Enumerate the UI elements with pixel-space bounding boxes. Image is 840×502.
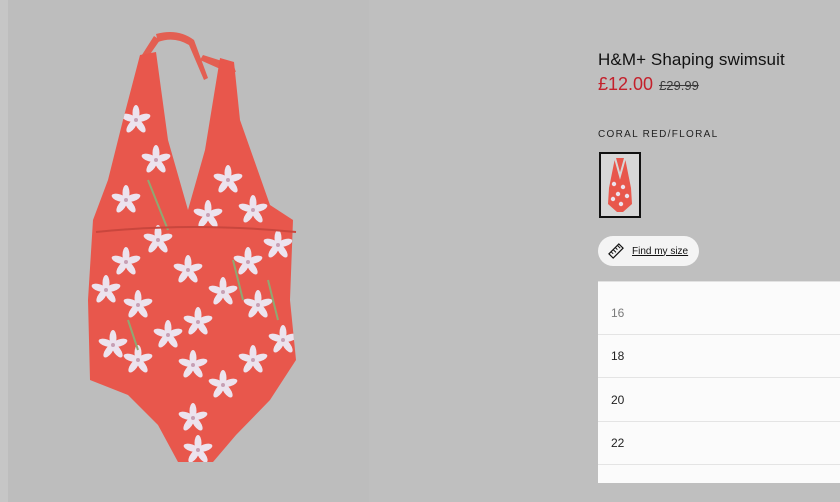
size-option-16[interactable]: 16 [598,292,840,335]
find-my-size-label: Find my size [632,245,689,257]
sale-price: £12.00 [598,74,654,94]
size-option-20[interactable]: 20 [598,379,840,422]
find-my-size-button[interactable]: Find my size [598,236,699,266]
ruler-icon [608,243,624,259]
original-price: £29.99 [659,78,699,93]
page-edge [0,0,8,502]
swatch-thumbnail [601,154,639,216]
product-image[interactable] [8,0,369,502]
color-swatch-selected[interactable] [599,152,641,218]
color-name: CORAL RED/FLORAL [598,129,719,140]
price-row: £12.00 £29.99 [598,74,699,95]
size-option-18[interactable]: 18 [598,335,840,378]
size-dropdown-list: 16 18 20 22 [598,281,840,483]
swimsuit-illustration [88,32,297,462]
size-option-22[interactable]: 22 [598,422,840,465]
product-title: H&M+ Shaping swimsuit [598,50,785,69]
